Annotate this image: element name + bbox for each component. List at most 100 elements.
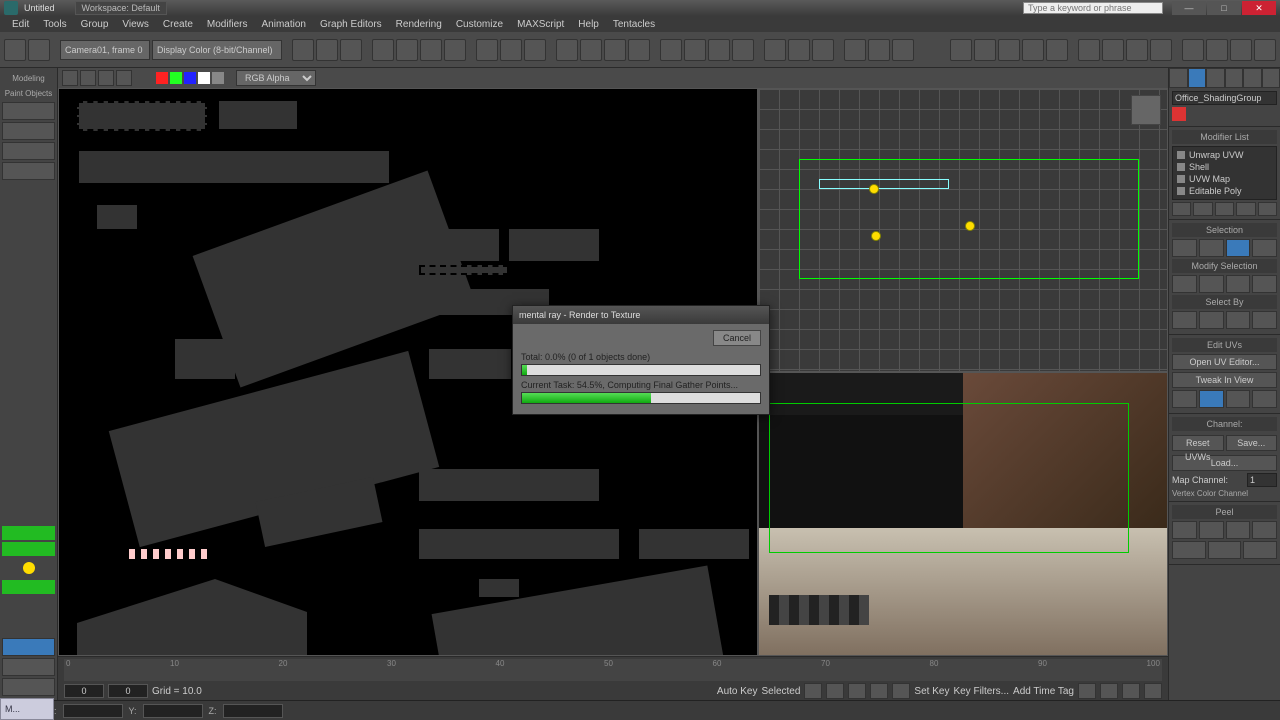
ring-icon[interactable] — [1226, 275, 1251, 293]
render-icon[interactable] — [892, 39, 914, 61]
viewcube-icon[interactable] — [1131, 95, 1161, 125]
menu-create[interactable]: Create — [157, 19, 199, 30]
modifier-list-header[interactable]: Modifier List — [1172, 130, 1277, 144]
angle-snap-icon[interactable] — [580, 39, 602, 61]
peel-2-icon[interactable] — [1199, 521, 1224, 539]
save-uvw-button[interactable]: Save... — [1226, 435, 1278, 451]
frame-field-b[interactable] — [108, 684, 148, 698]
play-next-icon[interactable] — [870, 683, 888, 699]
show-result-icon[interactable] — [1193, 202, 1212, 216]
quickmap-4-icon[interactable] — [1252, 390, 1277, 408]
graphite-6-icon[interactable] — [1078, 39, 1100, 61]
graphite-7-icon[interactable] — [1102, 39, 1124, 61]
play-icon[interactable] — [848, 683, 866, 699]
nav-pan-icon[interactable] — [1078, 683, 1096, 699]
configure-icon[interactable] — [1258, 202, 1277, 216]
ribbon-btn-3[interactable] — [2, 142, 55, 160]
panel-tab-hierarchy-icon[interactable] — [1206, 68, 1225, 88]
coord-z-field[interactable] — [223, 704, 283, 718]
frame-field-a[interactable] — [64, 684, 104, 698]
ribbon-btn-2[interactable] — [2, 122, 55, 140]
graphite-9-icon[interactable] — [1150, 39, 1172, 61]
panel-tab-display-icon[interactable] — [1243, 68, 1262, 88]
redo-icon[interactable] — [28, 39, 50, 61]
ribbon-swatch-green3[interactable] — [2, 580, 55, 594]
maximize-button[interactable]: □ — [1207, 1, 1241, 15]
graphite-2-icon[interactable] — [974, 39, 996, 61]
render-setup-icon[interactable] — [844, 39, 866, 61]
menu-rendering[interactable]: Rendering — [390, 19, 448, 30]
named-selection-icon[interactable] — [660, 39, 682, 61]
bind-icon[interactable] — [340, 39, 362, 61]
fb-alpha-select[interactable]: RGB Alpha — [236, 70, 316, 86]
make-unique-icon[interactable] — [1215, 202, 1234, 216]
addtimetag[interactable]: Add Time Tag — [1013, 686, 1074, 697]
selected-dropdown[interactable]: Selected — [762, 686, 801, 697]
graphite-b-icon[interactable] — [1206, 39, 1228, 61]
schematic-icon[interactable] — [788, 39, 810, 61]
play-prev-icon[interactable] — [826, 683, 844, 699]
peel-6-icon[interactable] — [1208, 541, 1242, 559]
filter-icon[interactable] — [444, 39, 466, 61]
percent-snap-icon[interactable] — [604, 39, 626, 61]
vertexcolor-label[interactable]: Vertex Color Channel — [1172, 489, 1277, 498]
graphite-4-icon[interactable] — [1022, 39, 1044, 61]
nav-zoom-icon[interactable] — [1100, 683, 1118, 699]
quickmap-3-icon[interactable] — [1226, 390, 1251, 408]
graphite-a-icon[interactable] — [1182, 39, 1204, 61]
subobj-element-icon[interactable] — [1252, 239, 1277, 257]
fb-save-icon[interactable] — [62, 70, 78, 86]
spinner-snap-icon[interactable] — [628, 39, 650, 61]
fb-mono-icon[interactable] — [212, 72, 224, 84]
workspace-selector[interactable]: Workspace: Default — [75, 1, 167, 15]
reset-uvw-button[interactable]: Reset UVWs — [1172, 435, 1224, 451]
loop-icon[interactable] — [1252, 275, 1277, 293]
graphite-c-icon[interactable] — [1230, 39, 1252, 61]
panel-tab-utilities-icon[interactable] — [1262, 68, 1280, 88]
setkey-button[interactable]: Set Key — [914, 686, 949, 697]
autokey-button[interactable]: Auto Key — [717, 686, 758, 697]
ribbon-btn-4[interactable] — [2, 162, 55, 180]
material-editor-icon[interactable] — [812, 39, 834, 61]
peel-5-icon[interactable] — [1172, 541, 1206, 559]
rotate-icon[interactable] — [500, 39, 522, 61]
minimize-button[interactable]: — — [1172, 1, 1206, 15]
ribbon-btn-5[interactable] — [2, 658, 55, 676]
subobj-face-icon[interactable] — [1226, 239, 1251, 257]
menu-customize[interactable]: Customize — [450, 19, 509, 30]
layers-icon[interactable] — [732, 39, 754, 61]
edituvs-header[interactable]: Edit UVs — [1172, 338, 1277, 352]
ribbon-light-icon[interactable] — [23, 562, 35, 574]
viewport-perspective[interactable] — [758, 372, 1168, 656]
play-end-icon[interactable] — [892, 683, 910, 699]
menu-tools[interactable]: Tools — [37, 19, 72, 30]
subobj-edge-icon[interactable] — [1199, 239, 1224, 257]
subobj-vertex-icon[interactable] — [1172, 239, 1197, 257]
selby-3-icon[interactable] — [1226, 311, 1251, 329]
nav-max-icon[interactable] — [1144, 683, 1162, 699]
fb-blue-icon[interactable] — [184, 72, 196, 84]
menu-maxscript[interactable]: MAXScript — [511, 19, 570, 30]
channel-header[interactable]: Channel: — [1172, 417, 1277, 431]
coord-x-field[interactable] — [63, 704, 123, 718]
graphite-1-icon[interactable] — [950, 39, 972, 61]
peel-3-icon[interactable] — [1226, 521, 1251, 539]
graphite-8-icon[interactable] — [1126, 39, 1148, 61]
menu-grapheditors[interactable]: Graph Editors — [314, 19, 388, 30]
scale-icon[interactable] — [524, 39, 546, 61]
menu-help[interactable]: Help — [572, 19, 605, 30]
panel-tab-motion-icon[interactable] — [1225, 68, 1244, 88]
help-search-input[interactable] — [1023, 2, 1163, 14]
undo-icon[interactable] — [4, 39, 26, 61]
curve-editor-icon[interactable] — [764, 39, 786, 61]
select-name-icon[interactable] — [396, 39, 418, 61]
quickmap-1-icon[interactable] — [1172, 390, 1197, 408]
menu-edit[interactable]: Edit — [6, 19, 35, 30]
cancel-button[interactable]: Cancel — [713, 330, 761, 346]
menu-tentacles[interactable]: Tentacles — [607, 19, 661, 30]
ribbon-btn-active[interactable] — [2, 638, 55, 656]
play-start-icon[interactable] — [804, 683, 822, 699]
graphite-3-icon[interactable] — [998, 39, 1020, 61]
time-slider[interactable]: 0 10 20 30 40 50 60 70 80 90 100 — [64, 659, 1162, 681]
light-gizmo-icon[interactable] — [869, 184, 879, 194]
